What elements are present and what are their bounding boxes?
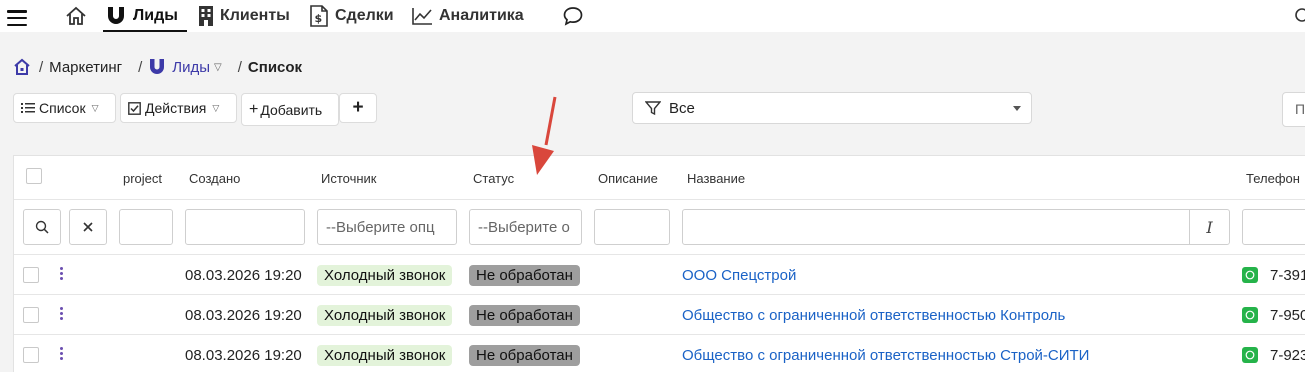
row-checkbox[interactable] bbox=[23, 347, 39, 363]
add-button[interactable]: + Добавить bbox=[241, 93, 339, 126]
top-navigation: Лиды Клиенты $ Сделки Аналитика bbox=[0, 0, 1305, 32]
nav-leads[interactable]: Лиды bbox=[105, 4, 178, 28]
row-checkbox[interactable] bbox=[23, 267, 39, 283]
status-badge: Не обработан bbox=[469, 344, 580, 366]
breadcrumb-separator: / bbox=[138, 58, 143, 76]
svg-text:$: $ bbox=[315, 12, 323, 25]
created-cell: 08.03.2026 19:20 bbox=[185, 346, 302, 364]
status-badge: Не обработан bbox=[469, 304, 580, 326]
chevron-down-icon: ▽ bbox=[214, 61, 222, 73]
created-cell: 08.03.2026 19:20 bbox=[185, 266, 302, 284]
breadcrumb-current: Список bbox=[247, 58, 303, 76]
whatsapp-icon[interactable] bbox=[1242, 307, 1258, 323]
row-menu-icon[interactable] bbox=[60, 347, 63, 363]
filter-select[interactable]: Все bbox=[632, 92, 1032, 124]
menu-icon[interactable] bbox=[7, 10, 27, 27]
document-dollar-icon: $ bbox=[310, 5, 328, 27]
search-icon[interactable] bbox=[23, 209, 61, 245]
lead-name-link[interactable]: Общество с ограниченной ответственностью… bbox=[682, 335, 1089, 372]
breadcrumb-leads-label: Лиды bbox=[172, 58, 211, 76]
breadcrumb-marketing[interactable]: Маркетинг bbox=[49, 59, 122, 76]
status-badge: Не обработан bbox=[469, 264, 580, 286]
source-filter-select[interactable]: --Выберите опц bbox=[317, 209, 457, 245]
home-icon[interactable] bbox=[65, 4, 87, 28]
phone-cell[interactable]: 7-950 bbox=[1270, 307, 1305, 324]
table-row[interactable]: 08.03.2026 19:20 Холодный звонок Не обра… bbox=[14, 255, 1305, 295]
nav-clients[interactable]: Клиенты bbox=[198, 4, 290, 28]
plus-icon: + bbox=[249, 100, 259, 118]
active-tab-indicator bbox=[103, 30, 187, 32]
magnet-icon bbox=[108, 7, 124, 24]
nav-leads-label: Лиды bbox=[133, 7, 178, 24]
table-row[interactable]: 08.03.2026 19:20 Холодный звонок Не обра… bbox=[14, 335, 1305, 372]
chevron-down-icon: ▽ bbox=[212, 102, 220, 113]
lead-name-link[interactable]: ООО Спецстрой bbox=[682, 255, 796, 295]
breadcrumb-separator: / bbox=[237, 58, 242, 76]
nav-deals[interactable]: $ Сделки bbox=[309, 4, 394, 28]
source-tag: Холодный звонок bbox=[317, 264, 453, 286]
column-name[interactable]: Название bbox=[687, 171, 745, 186]
source-tag: Холодный звонок bbox=[317, 304, 453, 326]
text-cursor-icon[interactable]: I bbox=[1189, 210, 1229, 244]
created-filter-input[interactable] bbox=[185, 209, 305, 245]
name-filter-input[interactable]: I bbox=[682, 209, 1230, 245]
breadcrumb-home-icon[interactable] bbox=[13, 58, 31, 76]
row-menu-icon[interactable] bbox=[60, 267, 63, 283]
row-checkbox[interactable] bbox=[23, 307, 39, 323]
status-filter-select[interactable]: --Выберите о bbox=[469, 209, 582, 245]
nav-analytics[interactable]: Аналитика bbox=[411, 4, 524, 28]
building-icon bbox=[199, 6, 213, 26]
phone-cell[interactable]: 7-391 bbox=[1270, 267, 1305, 284]
plus-icon: + bbox=[352, 97, 364, 118]
phone-cell[interactable]: 7-923 bbox=[1270, 347, 1305, 364]
leads-table: project Создано Источник Статус Описание… bbox=[13, 155, 1305, 372]
search-icon[interactable] bbox=[1293, 7, 1305, 30]
chevron-down-icon bbox=[1013, 106, 1021, 111]
column-phone[interactable]: Телефон bbox=[1246, 171, 1300, 186]
whatsapp-icon[interactable] bbox=[1242, 267, 1258, 283]
chat-icon[interactable] bbox=[562, 4, 584, 28]
annotation-arrow-icon bbox=[532, 96, 557, 175]
nav-clients-label: Клиенты bbox=[220, 7, 290, 24]
actions-label: Действия bbox=[145, 100, 207, 116]
list-view-label: Список bbox=[39, 100, 86, 116]
breadcrumb-leads[interactable]: Лиды ▽ bbox=[148, 58, 222, 76]
add-label: Добавить bbox=[260, 101, 323, 118]
column-project[interactable]: project bbox=[123, 171, 162, 186]
column-created[interactable]: Создано bbox=[189, 171, 240, 186]
list-icon bbox=[21, 103, 35, 113]
checkbox-icon bbox=[128, 101, 141, 115]
table-row[interactable]: 08.03.2026 19:20 Холодный звонок Не обра… bbox=[14, 295, 1305, 335]
chart-line-icon bbox=[412, 8, 432, 25]
project-filter-input[interactable] bbox=[119, 209, 173, 245]
lead-name-link[interactable]: Общество с ограниченной ответственностью… bbox=[682, 295, 1065, 335]
actions-button[interactable]: Действия ▽ bbox=[120, 93, 237, 123]
source-tag: Холодный звонок bbox=[317, 344, 453, 366]
filter-icon bbox=[645, 101, 661, 116]
created-cell: 08.03.2026 19:20 bbox=[185, 306, 302, 324]
column-description[interactable]: Описание bbox=[598, 171, 658, 186]
row-menu-icon[interactable] bbox=[60, 307, 63, 323]
quick-add-button[interactable]: + bbox=[339, 93, 377, 123]
filter-row: --Выберите опц --Выберите о I bbox=[14, 200, 1305, 255]
breadcrumb: / Маркетинг / Лиды ▽ / Список bbox=[13, 56, 302, 78]
clear-filters-icon[interactable] bbox=[69, 209, 107, 245]
magnet-icon bbox=[150, 59, 165, 74]
phone-filter-input[interactable] bbox=[1242, 209, 1305, 245]
whatsapp-icon[interactable] bbox=[1242, 347, 1258, 363]
list-view-button[interactable]: Список ▽ bbox=[13, 93, 116, 123]
chevron-down-icon: ▽ bbox=[91, 102, 99, 113]
column-status[interactable]: Статус bbox=[473, 171, 514, 186]
nav-analytics-label: Аналитика bbox=[439, 7, 524, 24]
select-all-checkbox[interactable] bbox=[26, 168, 42, 184]
filter-value: Все bbox=[669, 99, 695, 117]
table-header: project Создано Источник Статус Описание… bbox=[14, 156, 1305, 200]
column-source[interactable]: Источник bbox=[321, 171, 377, 186]
description-filter-input[interactable] bbox=[594, 209, 670, 245]
breadcrumb-separator: / bbox=[39, 58, 44, 76]
nav-deals-label: Сделки bbox=[335, 7, 394, 24]
right-toolbar-field[interactable]: П bbox=[1282, 92, 1305, 127]
